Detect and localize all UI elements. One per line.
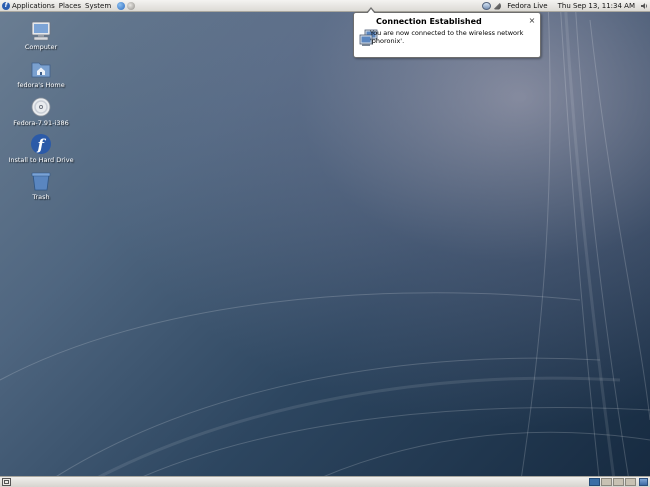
wallpaper-streaks — [0, 0, 650, 487]
bottom-panel — [0, 476, 650, 487]
notification-bubble[interactable]: Connection Established × You are now con… — [353, 7, 541, 58]
desktop-icon-label: Install to Hard Drive — [8, 156, 74, 164]
desktop-icon-home[interactable]: fedora's Home — [5, 58, 77, 89]
desktop-icon-label: Computer — [24, 43, 58, 51]
notification-icon[interactable] — [493, 1, 502, 10]
show-desktop-button[interactable] — [2, 478, 11, 486]
desktop-icon-label: fedora's Home — [17, 81, 65, 89]
desktop-icon-media[interactable]: Fedora-7.91-i386 — [5, 96, 77, 127]
notification-body: You are now connected to the wireless ne… — [370, 29, 524, 45]
home-folder-icon — [31, 62, 51, 78]
trash-applet-icon[interactable] — [639, 478, 648, 486]
desktop[interactable]: f Applications Places System Fedora Live… — [0, 0, 650, 487]
speaker-icon[interactable] — [640, 2, 648, 10]
trash-icon — [31, 172, 51, 191]
desktop-icon-trash[interactable]: Trash — [5, 170, 77, 201]
desktop-icon-computer[interactable]: Computer — [5, 20, 77, 51]
computer-icon — [31, 21, 51, 41]
bubble-pointer-inner — [367, 9, 375, 14]
close-icon[interactable]: × — [528, 17, 536, 25]
optical-disc-icon — [31, 97, 51, 117]
clock[interactable]: Thu Sep 13, 11:34 AM — [556, 0, 637, 11]
email-icon[interactable] — [127, 1, 136, 10]
notification-title: Connection Established — [376, 17, 482, 26]
workspace-1[interactable] — [589, 478, 600, 486]
desktop-icon-install[interactable]: f Install to Hard Drive — [5, 133, 77, 164]
desktop-icon-label: Trash — [32, 193, 50, 201]
user-switcher[interactable]: Fedora Live — [505, 0, 549, 11]
workspace-3[interactable] — [613, 478, 624, 486]
fedora-logo-icon[interactable]: f — [2, 1, 10, 10]
top-panel: f Applications Places System Fedora Live… — [0, 0, 650, 12]
workspace-4[interactable] — [625, 478, 636, 486]
web-browser-icon[interactable] — [117, 1, 126, 10]
menu-places[interactable]: Places — [57, 0, 83, 11]
menu-system[interactable]: System — [83, 0, 113, 11]
fedora-installer-icon: f — [31, 134, 51, 154]
desktop-icon-label: Fedora-7.91-i386 — [13, 119, 69, 127]
workspace-2[interactable] — [601, 478, 612, 486]
menu-applications[interactable]: Applications — [10, 0, 57, 11]
network-manager-icon[interactable] — [482, 1, 492, 10]
